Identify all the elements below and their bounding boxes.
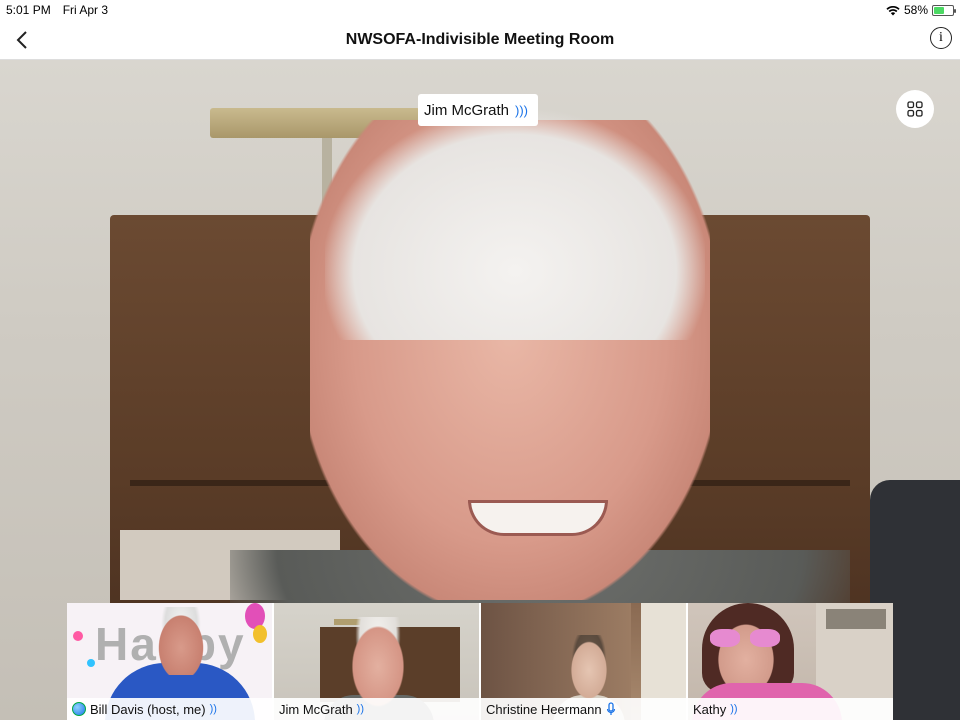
gallery-view-icon [907,101,923,117]
participant-name: Kathy [693,701,727,717]
speaking-icon: )) [209,703,217,715]
participant-name-bar: Jim McGrath )) [274,698,479,720]
speaking-icon: )) [730,703,738,715]
status-date: Fri Apr 3 [62,3,109,17]
back-button[interactable] [8,26,36,54]
video-background-object [826,609,886,629]
confetti-decoration [73,631,83,641]
participant-face [567,635,611,699]
status-time: 5:01 PM [6,3,51,17]
gallery-view-button[interactable] [896,90,934,128]
meeting-title: NWSOFA-Indivisible Meeting Room [345,30,615,48]
info-button[interactable]: i [930,27,952,49]
participant-name-bar: Bill Davis (host, me) )) [67,698,272,720]
active-speaker-name: Jim McGrath [424,101,510,119]
participant-tile-kathy[interactable]: Kathy )) [688,603,893,720]
confetti-decoration [87,659,95,667]
participant-name: Christine Heermann [486,701,602,717]
speaking-icon: ))) [515,102,529,118]
wifi-icon [886,5,900,15]
battery-icon [932,4,956,16]
participant-name: Jim McGrath [279,701,353,717]
active-speaker-label: Jim McGrath ))) [418,94,539,126]
participant-face [153,607,209,675]
balloon-decoration [253,625,267,643]
chevron-left-icon [16,31,27,49]
nav-bar: NWSOFA-Indivisible Meeting Room i [0,20,960,60]
speaking-icon: )) [356,703,364,715]
battery-percent: 58% [903,3,928,17]
mic-icon [606,702,615,715]
sunglasses [710,629,780,647]
participant-name: Bill Davis (host, me) [90,701,206,717]
participant-tile-jim-mcgrath[interactable]: Jim McGrath )) [274,603,479,720]
host-badge-icon [72,702,86,716]
participant-face [346,617,410,707]
status-bar: 5:01 PM Fri Apr 3 58% [0,0,960,20]
participant-strip: Happy Bill Davis (host, me) )) Jim McGra… [67,603,893,720]
status-indicators: 58% [886,3,956,17]
battery-level [934,6,945,14]
participant-tile-christine-heermann[interactable]: Christine Heermann [481,603,686,720]
participant-tile-bill-davis[interactable]: Happy Bill Davis (host, me) )) [67,603,272,720]
speaker-hair [325,110,705,340]
speaker-smile [468,500,608,536]
participant-name-bar: Christine Heermann [481,698,686,720]
participant-name-bar: Kathy )) [688,698,893,720]
info-icon: i [939,30,943,45]
